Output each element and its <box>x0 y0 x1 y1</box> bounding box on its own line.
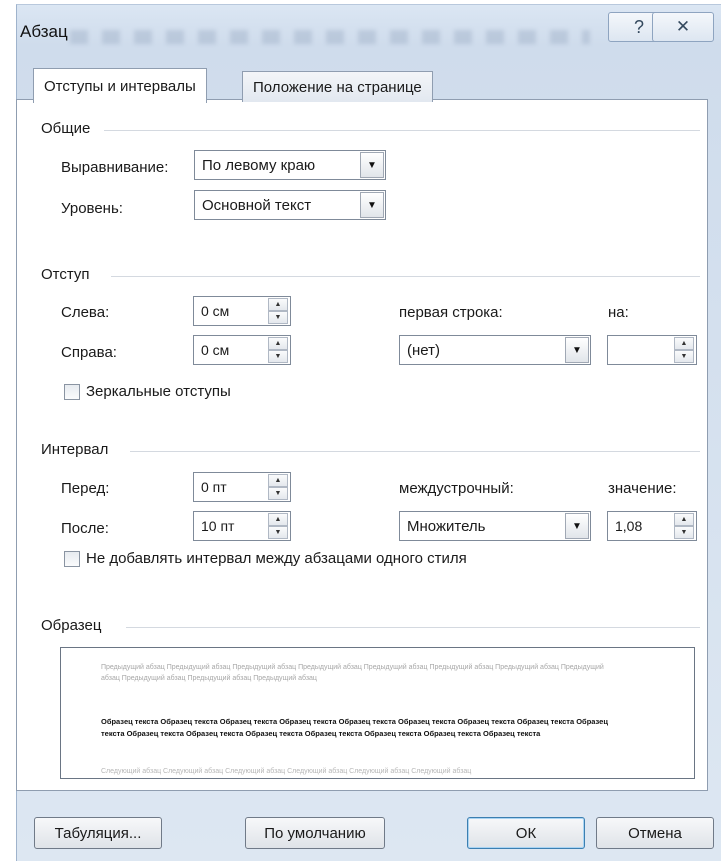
spin-down-icon[interactable]: ▼ <box>268 526 288 539</box>
section-divider <box>130 451 700 452</box>
tab-label: Отступы и интервалы <box>44 77 196 95</box>
spin-down-icon[interactable]: ▼ <box>674 526 694 539</box>
line-spacing-value: Множитель <box>407 517 486 535</box>
set-default-button[interactable]: По умолчанию <box>245 817 385 849</box>
spacing-before-label: Перед: <box>61 480 110 497</box>
spacing-at-value: 1,08 <box>615 518 643 534</box>
tabs-button-label: Табуляция... <box>54 824 142 842</box>
alignment-label: Выравнивание: <box>61 159 169 176</box>
cancel-button-label: Отмена <box>628 824 682 842</box>
spacing-after-input[interactable]: 10 пт ▲ ▼ <box>193 511 291 541</box>
tab-label: Положение на странице <box>253 78 422 96</box>
mirror-indents-checkbox[interactable] <box>64 384 80 400</box>
indent-by-label: на: <box>608 304 629 321</box>
preview-box: Предыдущий абзац Предыдущий абзац Предыд… <box>60 647 695 779</box>
spin-up-icon[interactable]: ▲ <box>268 513 288 526</box>
chevron-down-icon[interactable]: ▼ <box>360 152 384 178</box>
spacing-before-input[interactable]: 0 пт ▲ ▼ <box>193 472 291 502</box>
tabs-button[interactable]: Табуляция... <box>34 817 162 849</box>
spacing-at-input[interactable]: 1,08 ▲ ▼ <box>607 511 697 541</box>
spacing-before-value: 0 пт <box>201 479 227 495</box>
section-preview-heading: Образец <box>41 617 102 634</box>
indent-by-input[interactable]: ▲ ▼ <box>607 335 697 365</box>
spin-up-icon[interactable]: ▲ <box>268 298 288 311</box>
spacing-at-label: значение: <box>608 480 677 497</box>
section-divider <box>126 627 700 628</box>
section-indent-heading: Отступ <box>41 266 90 283</box>
spin-down-icon[interactable]: ▼ <box>268 350 288 363</box>
level-value: Основной текст <box>202 196 312 214</box>
first-line-label: первая строка: <box>399 304 503 321</box>
set-default-button-label: По умолчанию <box>264 824 366 842</box>
spin-up-icon[interactable]: ▲ <box>674 513 694 526</box>
mirror-indents-label: Зеркальные отступы <box>86 383 231 400</box>
indent-right-input[interactable]: 0 см ▲ ▼ <box>193 335 291 365</box>
line-spacing-label: междустрочный: <box>399 480 514 497</box>
spacing-after-value: 10 пт <box>201 518 235 534</box>
level-label: Уровень: <box>61 200 123 217</box>
indent-left-value: 0 см <box>201 303 230 319</box>
indent-left-label: Слева: <box>61 304 110 321</box>
first-line-select[interactable]: (нет) ▼ <box>399 335 591 365</box>
dont-add-space-checkbox[interactable] <box>64 551 80 567</box>
spin-up-icon[interactable]: ▲ <box>268 474 288 487</box>
indent-right-value: 0 см <box>201 342 230 358</box>
spin-up-icon[interactable]: ▲ <box>674 337 694 350</box>
preview-previous-paragraph: Предыдущий абзац Предыдущий абзац Предыд… <box>101 664 604 682</box>
section-spacing-heading: Интервал <box>41 441 109 458</box>
section-divider <box>111 276 700 277</box>
indent-left-input[interactable]: 0 см ▲ ▼ <box>193 296 291 326</box>
section-divider <box>104 130 700 131</box>
tab-line-page-breaks[interactable]: Положение на странице <box>242 71 433 102</box>
spacing-after-label: После: <box>61 520 109 537</box>
tab-indents-spacing[interactable]: Отступы и интервалы <box>33 68 207 103</box>
spin-down-icon[interactable]: ▼ <box>268 487 288 500</box>
alignment-value: По левому краю <box>202 156 316 174</box>
title-bar-background <box>70 30 590 44</box>
preview-next-paragraph: Следующий абзац Следующий абзац Следующи… <box>101 768 472 775</box>
dont-add-space-label: Не добавлять интервал между абзацами одн… <box>86 550 467 567</box>
alignment-select[interactable]: По левому краю ▼ <box>194 150 386 180</box>
indent-right-label: Справа: <box>61 344 117 361</box>
chevron-down-icon[interactable]: ▼ <box>565 513 589 539</box>
outline-level-select[interactable]: Основной текст ▼ <box>194 190 386 220</box>
chevron-down-icon[interactable]: ▼ <box>565 337 589 363</box>
dialog-title: Абзац <box>20 22 68 41</box>
section-general-heading: Общие <box>41 120 91 137</box>
preview-sample-text: Образец текста Образец текста Образец те… <box>101 717 608 738</box>
close-button[interactable]: ✕ <box>652 12 714 42</box>
ok-button-label: ОК <box>515 824 537 842</box>
line-spacing-select[interactable]: Множитель ▼ <box>399 511 591 541</box>
ok-button[interactable]: ОК <box>467 817 585 849</box>
spin-down-icon[interactable]: ▼ <box>674 350 694 363</box>
chevron-down-icon[interactable]: ▼ <box>360 192 384 218</box>
spin-up-icon[interactable]: ▲ <box>268 337 288 350</box>
first-line-value: (нет) <box>407 341 440 359</box>
spin-down-icon[interactable]: ▼ <box>268 311 288 324</box>
close-icon: ✕ <box>675 17 691 36</box>
cancel-button[interactable]: Отмена <box>596 817 714 849</box>
help-icon: ? <box>633 16 644 37</box>
